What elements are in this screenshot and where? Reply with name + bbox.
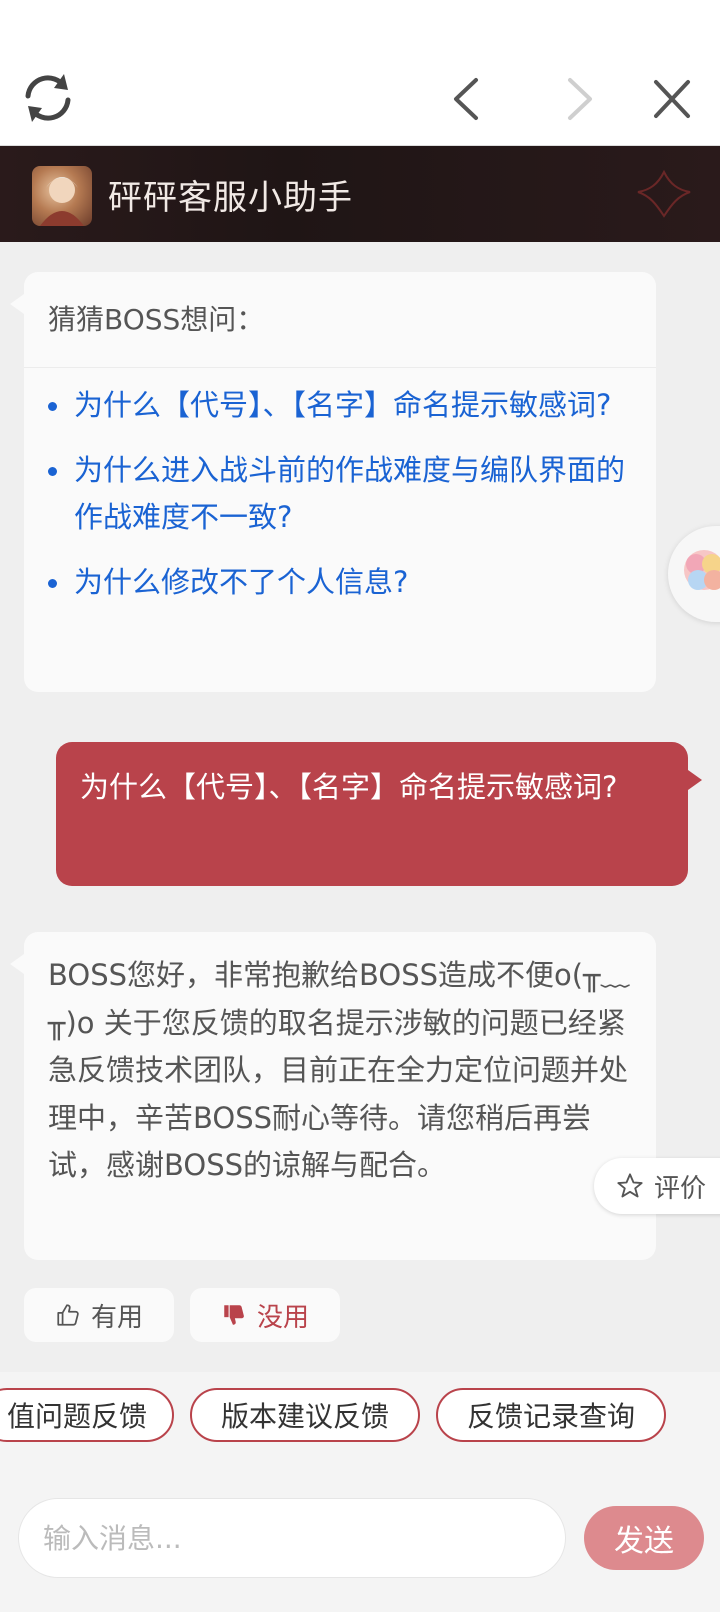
bubble-tail (10, 954, 24, 974)
useful-button[interactable]: 有用 (24, 1288, 174, 1342)
chat-area[interactable]: 猜猜BOSS想问： 为什么【代号】、【名字】命名提示敏感词? 为什么进入战斗前的… (0, 242, 720, 1372)
thumbs-up-icon (57, 1304, 79, 1326)
refresh-icon[interactable] (18, 68, 78, 128)
answer-bubble: BOSS您好，非常抱歉给BOSS造成不便o(╥﹏╥)o 关于您反馈的取名提示涉敏… (24, 932, 656, 1260)
answer-text: BOSS您好，非常抱歉给BOSS造成不便o(╥﹏╥)o 关于您反馈的取名提示涉敏… (48, 958, 630, 1182)
floating-assistant-icon[interactable] (668, 526, 720, 622)
send-button[interactable]: 发送 (584, 1506, 704, 1570)
forward-arrow-icon[interactable] (560, 74, 600, 124)
useful-label: 有用 (90, 1302, 143, 1333)
quick-chip[interactable]: 反馈记录查询 (436, 1388, 666, 1442)
quick-chip[interactable]: 值问题反馈 (0, 1388, 174, 1442)
message-input[interactable] (18, 1498, 566, 1578)
star-icon (617, 1173, 643, 1198)
suggestion-item[interactable]: 为什么进入战斗前的作战难度与编队界面的作战难度不一致? (48, 447, 632, 541)
header-title: 砰砰客服小助手 (108, 178, 353, 218)
chat-header: 砰砰客服小助手 (0, 146, 720, 242)
useless-button[interactable]: 没用 (190, 1288, 340, 1342)
suggestion-card: 猜猜BOSS想问： 为什么【代号】、【名字】命名提示敏感词? 为什么进入战斗前的… (24, 272, 656, 692)
header-decoration-icon (637, 169, 691, 218)
avatar-image (32, 166, 92, 226)
suggestion-title: 猜猜BOSS想问： (24, 272, 656, 368)
user-message-bubble: 为什么【代号】、【名字】命名提示敏感词? (56, 742, 688, 886)
quick-reply-bar: 值问题反馈 版本建议反馈 反馈记录查询 (0, 1372, 720, 1458)
suggestion-item[interactable]: 为什么【代号】、【名字】命名提示敏感词? (48, 382, 632, 429)
bubble-tail (688, 770, 702, 790)
thumbs-down-icon (224, 1305, 244, 1325)
quick-chip[interactable]: 版本建议反馈 (190, 1388, 420, 1442)
rate-button[interactable]: 评价 (594, 1158, 720, 1214)
back-arrow-icon[interactable] (448, 74, 488, 124)
close-icon[interactable] (650, 74, 694, 124)
bubble-tail (10, 294, 24, 314)
useless-label: 没用 (256, 1302, 309, 1333)
suggestion-list: 为什么【代号】、【名字】命名提示敏感词? 为什么进入战斗前的作战难度与编队界面的… (24, 368, 656, 606)
suggestion-item[interactable]: 为什么修改不了个人信息? (48, 559, 632, 606)
top-bar (0, 0, 720, 146)
input-row: 发送 (0, 1458, 720, 1612)
rate-label: 评价 (654, 1173, 707, 1204)
